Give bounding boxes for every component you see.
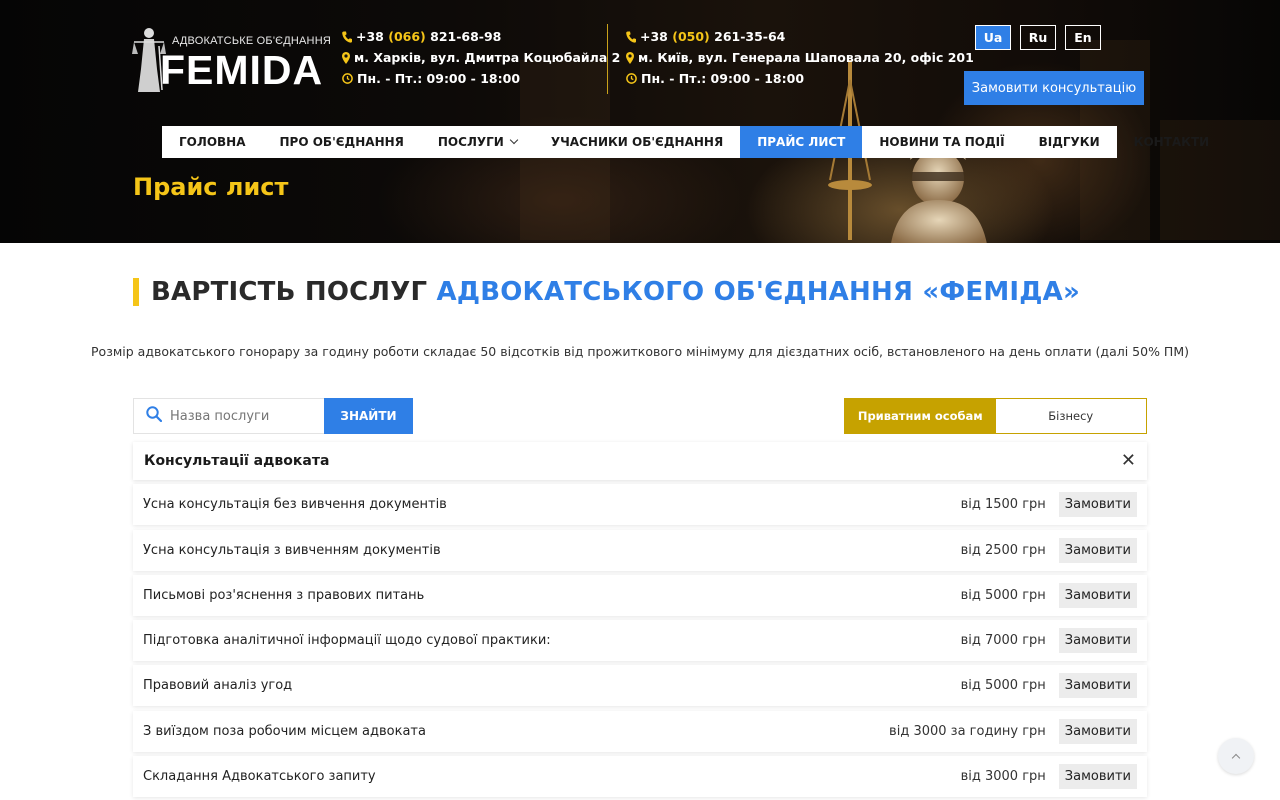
order-button[interactable]: Замовити — [1058, 492, 1137, 518]
phone-icon — [626, 31, 636, 43]
price-row: Правовий аналіз угод від 5000 грн Замови… — [133, 665, 1147, 707]
contact-divider — [607, 24, 608, 94]
nav-services[interactable]: ПОСЛУГИ — [421, 126, 534, 158]
contact-kyiv: +38 (050) 261-35-64 м. Київ, вул. Генера… — [626, 26, 974, 89]
service-price: від 7000 грн — [960, 633, 1046, 649]
heading-part1: ВАРТІСТЬ ПОСЛУГ — [151, 277, 428, 307]
price-row: Усна консультація з вивченням документів… — [133, 529, 1147, 571]
search-field — [133, 398, 324, 434]
tab-business[interactable]: Бізнесу — [996, 399, 1147, 433]
phone-code: (066) — [388, 29, 426, 44]
lang-ru[interactable]: Ru — [1020, 25, 1056, 50]
chevron-down-icon — [509, 135, 519, 145]
order-button[interactable]: Замовити — [1058, 718, 1137, 744]
close-icon[interactable]: ✕ — [1121, 452, 1136, 470]
hours-text: Пн. - Пт.: 09:00 - 18:00 — [641, 71, 805, 86]
logo-name: FEMIDA — [160, 47, 324, 93]
price-row: Усна консультація без вивчення документі… — [133, 484, 1147, 526]
price-row: Складання Адвокатського запиту від 3000 … — [133, 756, 1147, 798]
section-heading: ВАРТІСТЬ ПОСЛУГ АДВОКАТСЬКОГО ОБ'ЄДНАННЯ… — [133, 277, 1080, 307]
lang-en[interactable]: En — [1065, 25, 1101, 50]
search-input[interactable] — [170, 408, 320, 424]
service-name: Письмові роз'яснення з правових питань — [143, 587, 425, 603]
search-button[interactable]: ЗНАЙТИ — [324, 398, 413, 434]
tab-individuals[interactable]: Приватним особам — [845, 399, 996, 433]
logo-subtitle: АДВОКАТСЬКЕ ОБ'ЄДНАННЯ — [172, 35, 331, 47]
logo[interactable]: АДВОКАТСЬКЕ ОБ'ЄДНАННЯ FEMIDA — [132, 24, 331, 94]
main-nav: ГОЛОВНА ПРО ОБ'ЄДНАННЯ ПОСЛУГИ УЧАСНИКИ … — [162, 126, 1209, 158]
map-pin-icon — [342, 51, 350, 64]
address-text: м. Харків, вул. Дмитра Коцюбайла 2 — [354, 50, 621, 65]
phone-link-kyiv[interactable]: +38 (050) 261-35-64 — [640, 26, 785, 47]
nav-reviews[interactable]: ВІДГУКИ — [1022, 126, 1117, 158]
phone-number: 821-68-98 — [430, 29, 502, 44]
heading-part2: АДВОКАТСЬКОГО ОБ'ЄДНАННЯ «ФЕМІДА» — [436, 277, 1080, 307]
nav-services-label: ПОСЛУГИ — [437, 135, 504, 149]
service-price: від 3000 за годину грн — [889, 723, 1046, 739]
service-price: від 1500 грн — [960, 497, 1046, 513]
nav-contacts[interactable]: КОНТАКТИ — [1117, 126, 1227, 158]
price-row: Підготовка аналітичної інформації щодо с… — [133, 620, 1147, 662]
price-row: Письмові роз'яснення з правових питань в… — [133, 574, 1147, 616]
order-button[interactable]: Замовити — [1058, 582, 1137, 608]
service-name: Підготовка аналітичної інформації щодо с… — [143, 633, 551, 649]
service-price: від 3000 грн — [960, 769, 1046, 785]
clock-icon — [342, 73, 353, 84]
phone-prefix: +38 — [640, 29, 668, 44]
chevron-up-icon — [1231, 753, 1241, 762]
service-price: від 5000 грн — [960, 587, 1046, 603]
search-icon — [146, 406, 163, 426]
phone-number: 261-35-64 — [714, 29, 786, 44]
hero-banner: АДВОКАТСЬКЕ ОБ'ЄДНАННЯ FEMIDA +38 (066) … — [0, 0, 1280, 243]
order-button[interactable]: Замовити — [1058, 537, 1137, 563]
order-button[interactable]: Замовити — [1058, 673, 1137, 699]
contact-kharkiv: +38 (066) 821-68-98 м. Харків, вул. Дмит… — [342, 26, 620, 89]
order-consultation-button[interactable]: Замовити консультацію — [964, 71, 1144, 105]
hours-text: Пн. - Пт.: 09:00 - 18:00 — [357, 71, 521, 86]
page-title: Прайс лист — [133, 173, 289, 201]
service-name: Правовий аналіз угод — [143, 678, 293, 694]
service-price: від 2500 грн — [960, 542, 1046, 558]
nav-about[interactable]: ПРО ОБ'ЄДНАННЯ — [263, 126, 421, 158]
phone-code: (050) — [672, 29, 710, 44]
service-name: З виїздом поза робочим місцем адвоката — [143, 723, 426, 739]
fee-description: Розмір адвокатського гонорару за годину … — [91, 344, 1189, 359]
service-search: ЗНАЙТИ — [133, 398, 413, 434]
service-name: Усна консультація з вивченням документів — [143, 542, 441, 558]
panel-header[interactable]: Консультації адвоката ✕ — [133, 442, 1147, 480]
phone-link-kharkiv[interactable]: +38 (066) 821-68-98 — [356, 26, 501, 47]
nav-price-list[interactable]: ПРАЙС ЛИСТ — [740, 126, 863, 158]
panel-title: Консультації адвоката — [144, 453, 330, 469]
phone-icon — [342, 31, 352, 43]
nav-members[interactable]: УЧАСНИКИ ОБ'ЄДНАННЯ — [534, 126, 740, 158]
phone-prefix: +38 — [356, 29, 384, 44]
price-row: З виїздом поза робочим місцем адвоката в… — [133, 710, 1147, 752]
scroll-to-top-button[interactable] — [1218, 738, 1254, 774]
order-button[interactable]: Замовити — [1058, 764, 1137, 790]
language-switcher: Ua Ru En — [975, 25, 1101, 50]
service-name: Усна консультація без вивчення документі… — [143, 497, 447, 513]
audience-tabs: Приватним особам Бізнесу — [844, 398, 1147, 434]
price-panel: Консультації адвоката ✕ Усна консультаці… — [133, 442, 1147, 800]
map-pin-icon — [626, 51, 634, 64]
service-name: Складання Адвокатського запиту — [143, 769, 376, 785]
service-price: від 5000 грн — [960, 678, 1046, 694]
nav-news[interactable]: НОВИНИ ТА ПОДІЇ — [862, 126, 1021, 158]
clock-icon — [626, 73, 637, 84]
heading-accent-bar — [133, 278, 139, 306]
address-text: м. Київ, вул. Генерала Шаповала 20, офіс… — [638, 50, 974, 65]
order-button[interactable]: Замовити — [1058, 628, 1137, 654]
nav-home[interactable]: ГОЛОВНА — [162, 126, 263, 158]
lang-ua[interactable]: Ua — [975, 25, 1011, 50]
